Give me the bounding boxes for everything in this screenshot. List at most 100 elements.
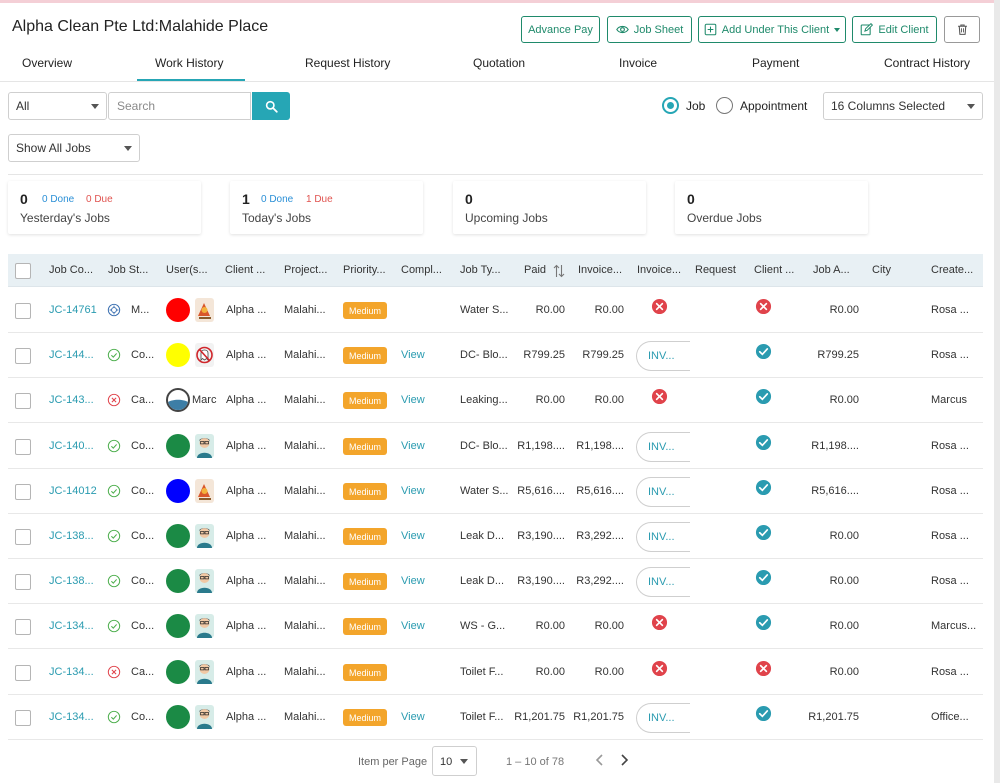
tab-quotation[interactable]: Quotation [473, 56, 525, 70]
job-sheet-button[interactable]: Job Sheet [607, 16, 692, 43]
invoice-link[interactable]: INV... [636, 567, 690, 597]
card-label: Upcoming Jobs [465, 211, 548, 225]
tab-overview[interactable]: Overview [22, 56, 72, 70]
completion-view-link[interactable]: View [401, 575, 425, 587]
col-job-code[interactable]: Job Co... [49, 264, 93, 276]
row-checkbox[interactable] [15, 619, 31, 635]
invoiced-amount: R3,292.... [576, 530, 624, 542]
upcoming-jobs-card[interactable]: 0 Upcoming Jobs [453, 181, 646, 234]
col-job-amount[interactable]: Job A... [813, 264, 850, 276]
job-code-link[interactable]: JC-14761 [49, 304, 97, 316]
avatar [195, 614, 214, 638]
col-completion[interactable]: Compl... [401, 264, 442, 276]
row-checkbox[interactable] [15, 348, 31, 364]
table-row[interactable]: JC-138... Co... Alpha ... Malahi... Medium Vi… [8, 514, 983, 559]
col-created[interactable]: Create... [931, 264, 973, 276]
delete-button[interactable] [944, 16, 980, 43]
select-all-checkbox[interactable] [15, 263, 31, 279]
col-paid[interactable]: Paid [524, 264, 546, 276]
completion-view-link[interactable]: View [401, 620, 425, 632]
table-row[interactable]: JC-138... Co... Alpha ... Malahi... Medium Vi… [8, 559, 983, 604]
job-code-link[interactable]: JC-14012 [49, 485, 97, 497]
tab-contract-history[interactable]: Contract History [884, 56, 970, 70]
previous-page-icon[interactable] [592, 752, 608, 768]
table-row[interactable]: JC-143... Ca... Marc Alpha ... Malahi... Medi… [8, 378, 983, 423]
job-code-link[interactable]: JC-134... [49, 620, 94, 632]
col-job-type[interactable]: Job Ty... [460, 264, 501, 276]
tab-payment[interactable]: Payment [752, 56, 799, 70]
job-status: Co... [131, 530, 155, 542]
completion-view-link[interactable]: View [401, 711, 425, 723]
row-checkbox[interactable] [15, 439, 31, 455]
client-name: Alpha ... [226, 485, 267, 497]
job-code-link[interactable]: JC-138... [49, 530, 94, 542]
col-job-status[interactable]: Job St... [108, 264, 148, 276]
yesterdays-jobs-card[interactable]: 0 0 Done 0 Due Yesterday's Jobs [8, 181, 201, 234]
show-jobs-select[interactable]: Show All Jobs [8, 134, 140, 162]
completion-view-link[interactable]: View [401, 440, 425, 452]
col-city[interactable]: City [872, 264, 891, 276]
row-checkbox[interactable] [15, 665, 31, 681]
col-invoiced[interactable]: Invoice... [578, 264, 622, 276]
client-name: Alpha ... [226, 304, 267, 316]
col-priority[interactable]: Priority... [343, 264, 386, 276]
items-per-page-select[interactable]: 10 [432, 746, 477, 776]
job-code-link[interactable]: JC-134... [49, 711, 94, 723]
table-row[interactable]: JC-14012 Co... Alpha ... Malahi... Medium Vie… [8, 469, 983, 514]
col-client[interactable]: Client ... [225, 264, 265, 276]
paid-amount: R1,198.... [517, 440, 565, 452]
tab-work-history[interactable]: Work History [155, 56, 223, 70]
job-code-link[interactable]: JC-144... [49, 349, 94, 361]
type-filter-select[interactable]: All [8, 92, 107, 120]
col-users[interactable]: User(s... [166, 264, 208, 276]
job-code-link[interactable]: JC-138... [49, 575, 94, 587]
appointment-radio[interactable] [716, 97, 733, 114]
row-checkbox[interactable] [15, 393, 31, 409]
job-code-link[interactable]: JC-134... [49, 666, 94, 678]
add-under-client-button[interactable]: Add Under This Client [698, 16, 846, 43]
next-page-icon[interactable] [616, 752, 632, 768]
job-code-link[interactable]: JC-143... [49, 394, 94, 406]
client-check-icon [755, 343, 772, 360]
tab-invoice[interactable]: Invoice [619, 56, 657, 70]
table-row[interactable]: JC-14761 M... Alpha ... Malahi... Medium Wate… [8, 288, 983, 333]
job-radio[interactable] [662, 97, 679, 114]
col-request[interactable]: Request [695, 264, 736, 276]
todays-jobs-card[interactable]: 1 0 Done 1 Due Today's Jobs [230, 181, 423, 234]
invoice-link[interactable]: INV... [636, 432, 690, 462]
col-project[interactable]: Project... [284, 264, 327, 276]
col-client-status[interactable]: Client ... [754, 264, 794, 276]
row-checkbox[interactable] [15, 303, 31, 319]
job-amount: R0.00 [829, 394, 859, 406]
invoice-link[interactable]: INV... [636, 522, 690, 552]
columns-select[interactable]: 16 Columns Selected [823, 92, 983, 120]
table-row[interactable]: JC-134... Co... Alpha ... Malahi... Medium Vi… [8, 695, 983, 740]
advance-pay-button[interactable]: Advance Pay [521, 16, 600, 43]
row-checkbox[interactable] [15, 710, 31, 726]
created-by: Rosa ... [931, 485, 969, 497]
table-row[interactable]: JC-144... Co... Alpha ... Malahi... Medium Vi… [8, 333, 983, 378]
row-checkbox[interactable] [15, 529, 31, 545]
invoice-link[interactable]: INV... [636, 477, 690, 507]
completion-view-link[interactable]: View [401, 349, 425, 361]
paid-amount: R3,190.... [517, 530, 565, 542]
avatar [195, 569, 214, 593]
overdue-jobs-card[interactable]: 0 Overdue Jobs [675, 181, 868, 234]
search-input[interactable] [108, 92, 251, 120]
completion-view-link[interactable]: View [401, 530, 425, 542]
edit-client-button[interactable]: Edit Client [852, 16, 937, 43]
sort-icon[interactable] [553, 264, 565, 278]
invoice-link[interactable]: INV... [636, 341, 690, 371]
completion-view-link[interactable]: View [401, 485, 425, 497]
completion-view-link[interactable]: View [401, 394, 425, 406]
table-row[interactable]: JC-140... Co... Alpha ... Malahi... Medium Vi… [8, 424, 983, 469]
tab-request-history[interactable]: Request History [305, 56, 390, 70]
job-code-link[interactable]: JC-140... [49, 440, 94, 452]
table-row[interactable]: JC-134... Co... Alpha ... Malahi... Medium Vi… [8, 604, 983, 649]
col-invoice[interactable]: Invoice... [637, 264, 681, 276]
invoice-link[interactable]: INV... [636, 703, 690, 733]
row-checkbox[interactable] [15, 574, 31, 590]
search-button[interactable] [252, 92, 290, 120]
table-row[interactable]: JC-134... Ca... Alpha ... Malahi... Medium To… [8, 650, 983, 695]
row-checkbox[interactable] [15, 484, 31, 500]
